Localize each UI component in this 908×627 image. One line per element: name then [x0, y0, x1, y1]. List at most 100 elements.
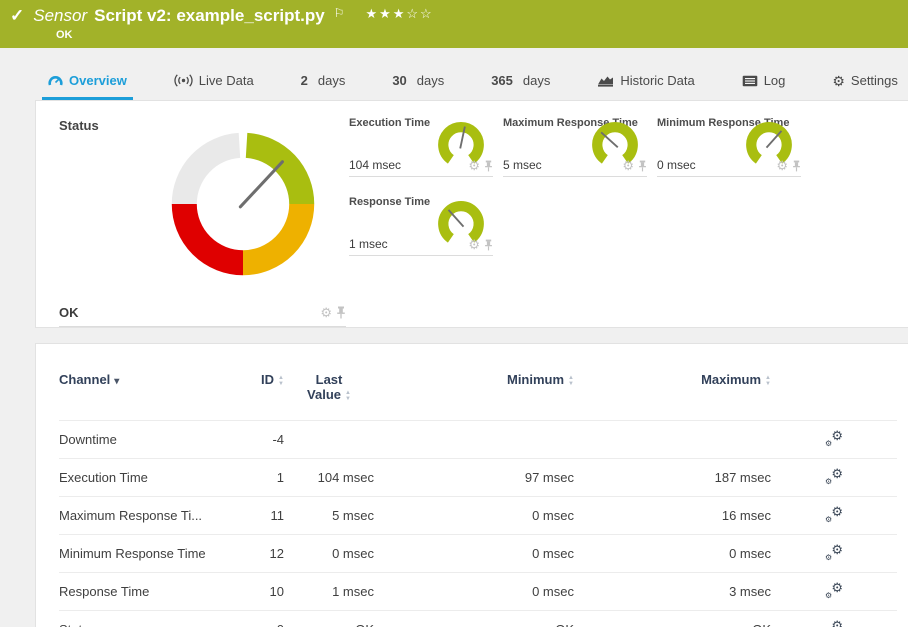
column-header-id[interactable]: ID▲▼: [224, 358, 284, 421]
column-header-minimum[interactable]: Minimum▲▼: [374, 358, 574, 421]
table-row: Status 0 OK OK OK ⚙⚙: [59, 611, 897, 627]
tab-log[interactable]: Log: [736, 73, 792, 100]
column-header-settings: [771, 358, 897, 421]
gauge-panel-response-time: Response Time 1 msec ⚙: [349, 189, 493, 256]
channels-table-panel: Channel▾ ID▲▼ Last Value▲▼ Minimum▲▼ Max…: [35, 343, 908, 627]
tab-label: days: [523, 73, 550, 88]
sensor-status-label: OK: [56, 29, 898, 41]
panel-settings-gear-icon[interactable]: ⚙: [320, 306, 332, 319]
table-row: Execution Time 1 104 msec 97 msec 187 ms…: [59, 459, 897, 497]
channel-minimum: OK: [374, 611, 574, 627]
tab-365-days[interactable]: 365 days: [485, 73, 556, 100]
gauge-value: 5 msec: [503, 158, 542, 172]
column-header-last-value[interactable]: Last Value▲▼: [284, 358, 374, 421]
channel-name[interactable]: Execution Time: [59, 459, 224, 497]
panel-settings-gear-icon[interactable]: ⚙: [468, 238, 480, 251]
gauge-value: 0 msec: [657, 158, 696, 172]
priority-stars[interactable]: ★★★☆☆: [365, 6, 433, 22]
gauge-needle: [767, 131, 782, 148]
gauge-panel-execution-time: Execution Time 104 msec ⚙: [349, 110, 493, 177]
pin-icon[interactable]: [484, 239, 493, 251]
channel-settings-gears-icon[interactable]: ⚙⚙: [825, 468, 843, 484]
tab-overview[interactable]: Overview: [42, 73, 133, 100]
flag-icon[interactable]: ⚐: [334, 6, 345, 20]
channel-minimum: 97 msec: [374, 459, 574, 497]
status-check-icon: ✓: [10, 6, 24, 26]
channel-last-value: OK: [284, 611, 374, 627]
channel-id: 0: [224, 611, 284, 627]
channel-maximum: [574, 421, 771, 459]
pin-icon[interactable]: [336, 306, 346, 319]
channel-settings-gears-icon[interactable]: ⚙⚙: [825, 582, 843, 598]
tab-live-data[interactable]: Live Data: [168, 73, 260, 100]
channel-minimum: [374, 421, 574, 459]
channel-name[interactable]: Maximum Response Ti...: [59, 497, 224, 535]
channel-settings-gears-icon[interactable]: ⚙⚙: [825, 506, 843, 522]
channel-maximum: OK: [574, 611, 771, 627]
gauge-needle: [601, 132, 618, 147]
sort-icon: ▲▼: [278, 375, 284, 387]
channel-name[interactable]: Response Time: [59, 573, 224, 611]
pin-icon[interactable]: [484, 160, 493, 172]
panel-settings-gear-icon[interactable]: ⚙: [622, 159, 634, 172]
table-row: Minimum Response Time 12 0 msec 0 msec 0…: [59, 535, 897, 573]
channel-name[interactable]: Status: [59, 611, 224, 627]
channel-name[interactable]: Downtime: [59, 421, 224, 459]
column-header-channel[interactable]: Channel▾: [59, 358, 224, 421]
channel-id: 11: [224, 497, 284, 535]
gauge-needle: [449, 210, 464, 227]
panel-settings-gear-icon[interactable]: ⚙: [468, 159, 480, 172]
status-gauge-panel: Status OK ⚙: [59, 110, 346, 327]
gauge-panel-minimum-response-time: Minimum Response Time 0 msec ⚙: [657, 110, 801, 177]
channel-minimum: 0 msec: [374, 497, 574, 535]
sort-icon: ▲▼: [765, 375, 771, 387]
mini-gauges-grid: Execution Time 104 msec ⚙: [349, 110, 801, 327]
tab-label: Settings: [851, 73, 898, 88]
object-kind-label: Sensor: [33, 6, 87, 26]
table-header-row: Channel▾ ID▲▼ Last Value▲▼ Minimum▲▼ Max…: [59, 358, 897, 421]
channel-last-value: 0 msec: [284, 535, 374, 573]
tab-label: Overview: [69, 73, 127, 88]
tab-historic-data[interactable]: Historic Data: [591, 73, 700, 100]
pin-icon[interactable]: [792, 160, 801, 172]
donut-segment-ok: [247, 145, 302, 204]
channel-settings-gears-icon[interactable]: ⚙⚙: [825, 544, 843, 560]
tab-label: days: [417, 73, 444, 88]
channel-maximum: 187 msec: [574, 459, 771, 497]
sensor-header: ✓ Sensor Script v2: example_script.py ⚐ …: [0, 0, 908, 48]
donut-segment-error: [184, 204, 243, 263]
status-needle: [240, 162, 282, 207]
tab-label: days: [318, 73, 345, 88]
channel-name[interactable]: Minimum Response Time: [59, 535, 224, 573]
tab-number: 30: [392, 73, 406, 88]
status-donut-gauge: [166, 127, 320, 286]
channel-maximum: 3 msec: [574, 573, 771, 611]
channel-settings-gears-icon[interactable]: ⚙⚙: [825, 430, 843, 446]
channel-last-value: [284, 421, 374, 459]
tab-30-days[interactable]: 30 days: [386, 73, 450, 100]
column-header-maximum[interactable]: Maximum▲▼: [574, 358, 771, 421]
tab-label: Historic Data: [620, 73, 694, 88]
pin-icon[interactable]: [638, 160, 647, 172]
channel-id: 12: [224, 535, 284, 573]
channel-id: 1: [224, 459, 284, 497]
panel-settings-gear-icon[interactable]: ⚙: [776, 159, 788, 172]
table-row: Downtime -4 ⚙⚙: [59, 421, 897, 459]
channel-id: 10: [224, 573, 284, 611]
tab-2-days[interactable]: 2 days: [295, 73, 352, 100]
table-row: Response Time 10 1 msec 0 msec 3 msec ⚙⚙: [59, 573, 897, 611]
channel-last-value: 104 msec: [284, 459, 374, 497]
gauge-value: 1 msec: [349, 237, 388, 251]
tab-settings[interactable]: ⚙ Settings: [826, 73, 904, 100]
live-data-icon: [174, 74, 193, 87]
channel-settings-gears-icon[interactable]: ⚙⚙: [825, 620, 843, 627]
channel-id: -4: [224, 421, 284, 459]
main-content: Status OK ⚙: [0, 100, 908, 627]
tab-number: 2: [301, 73, 308, 88]
table-row: Maximum Response Ti... 11 5 msec 0 msec …: [59, 497, 897, 535]
channel-minimum: 0 msec: [374, 573, 574, 611]
status-value: OK: [59, 305, 79, 320]
gauge-panel-maximum-response-time: Maximum Response Time 5 msec ⚙: [503, 110, 647, 177]
channel-last-value: 5 msec: [284, 497, 374, 535]
channel-last-value: 1 msec: [284, 573, 374, 611]
